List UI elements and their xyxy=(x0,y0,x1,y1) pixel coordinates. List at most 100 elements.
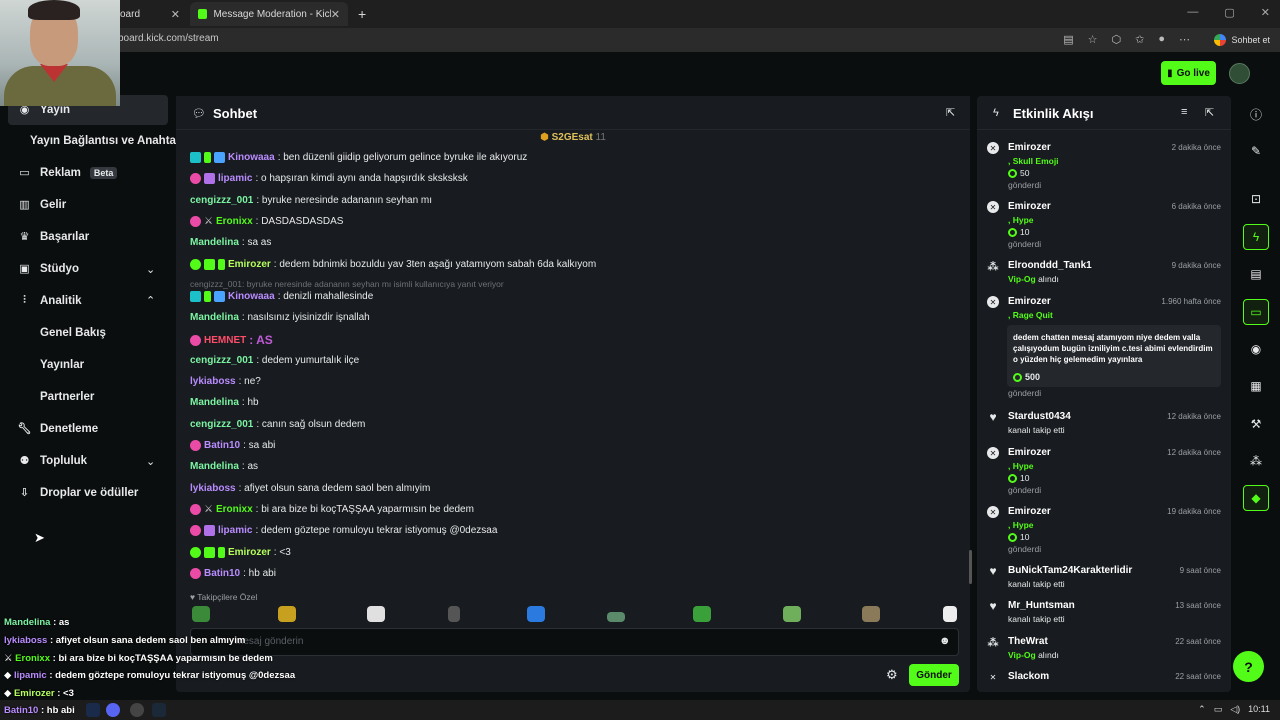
sidebar-subitem-yayinlar[interactable]: Yayınlar xyxy=(40,359,84,371)
chat-message[interactable]: Mandelina : hb xyxy=(190,397,259,408)
extensions-icon[interactable]: ⬡ xyxy=(1112,33,1122,46)
wrench-icon[interactable]: ⚒ xyxy=(1243,411,1269,437)
event-user[interactable]: Emirozer xyxy=(1008,201,1051,212)
activity-event[interactable]: ⁂ TheWrat 22 saat önce Vip-Og alındı xyxy=(987,636,1223,666)
taskbar-app-icon[interactable] xyxy=(86,703,100,717)
chat-username[interactable]: Mandelina xyxy=(190,312,239,323)
event-user[interactable]: Emirozer xyxy=(1008,296,1051,307)
broadcast-icon[interactable]: ◉ xyxy=(1243,336,1269,362)
sidebar-item-reklam[interactable]: ▭ Reklam Beta xyxy=(18,166,118,179)
chat-message[interactable]: Batin10 : sa abi xyxy=(190,440,275,451)
popout-icon[interactable]: ⇱ xyxy=(946,106,955,119)
user-avatar[interactable] xyxy=(1229,63,1250,84)
chat-message[interactable]: ⚔ Eronixx : bi ara bize bi koçTAŞŞAA yap… xyxy=(190,504,474,515)
activity-event[interactable]: ✕ Emirozer 12 dakika önce , Hype 10 gönd… xyxy=(987,447,1223,499)
chat-scrollbar[interactable] xyxy=(969,550,972,584)
sidebar-item-basarilar[interactable]: ♛ Başarılar xyxy=(18,230,90,244)
event-user[interactable]: Slackom xyxy=(1008,671,1049,682)
activity-event[interactable]: ♥ BuNickTam24Karakterlidir 9 saat önce k… xyxy=(987,564,1223,595)
chat-username[interactable]: Emirozer xyxy=(228,547,271,558)
sidebar-item-topluluk[interactable]: ⚉ Topluluk xyxy=(18,454,88,468)
emote-10[interactable] xyxy=(943,606,957,622)
event-user[interactable]: Mr_Huntsman xyxy=(1008,600,1075,611)
chat-message[interactable]: Mandelina : sa as xyxy=(190,237,271,248)
chat-username[interactable]: Kinowaaa xyxy=(228,152,275,163)
info-icon[interactable]: ⓘ xyxy=(1243,101,1269,127)
send-button[interactable]: Gönder xyxy=(909,664,959,686)
volume-icon[interactable]: ◁) xyxy=(1230,704,1240,715)
chat-message[interactable]: Kinowaaa : ben düzenli giidip geliyorum … xyxy=(190,152,527,163)
chat-toggle-icon[interactable]: ▭ xyxy=(1243,299,1269,325)
discord-icon[interactable] xyxy=(106,703,120,717)
profile-icon[interactable]: ● xyxy=(1158,33,1165,46)
sidebar-item-denetleme[interactable]: 🔧︎ Denetleme xyxy=(18,422,99,436)
activity-event[interactable]: ✕ Emirozer 2 dakika önce , Skull Emoji 5… xyxy=(987,142,1223,194)
chat-username[interactable]: lykiaboss xyxy=(190,483,236,494)
chat-username[interactable]: HEMNET xyxy=(204,335,246,346)
chat-username[interactable]: Mandelina xyxy=(190,237,239,248)
chat-username[interactable]: cengizzz_001 xyxy=(190,195,253,206)
chat-username[interactable]: Emirozer xyxy=(228,259,271,270)
chat-username[interactable]: lipamic xyxy=(218,173,252,184)
sidebar-item-droplar[interactable]: ⇩ Droplar ve ödüller xyxy=(18,486,139,500)
emote-3[interactable] xyxy=(367,606,385,622)
chat-username[interactable]: cengizzz_001 xyxy=(190,419,253,430)
chat-message[interactable]: Kinowaaa : denizli mahallesinde xyxy=(190,291,373,302)
url-field[interactable]: board.kick.com/stream xyxy=(118,33,219,44)
chat-message[interactable]: cengizzz_001 : byruke neresinde adananın… xyxy=(190,195,432,206)
activity-event[interactable]: ⁂ Elroonddd_Tank1 9 dakika önce Vip-Og a… xyxy=(987,260,1223,290)
new-tab-button[interactable]: + xyxy=(350,2,370,26)
chat-message[interactable]: Mandelina : as xyxy=(190,461,258,472)
camera-icon[interactable]: ⊡ xyxy=(1243,186,1269,212)
chat-message[interactable]: ⚔ Eronixx : DASDASDASDAS xyxy=(190,216,343,227)
chevron-down-icon[interactable]: ⌄ xyxy=(146,455,155,468)
star-icon[interactable]: ☆ xyxy=(1088,33,1098,46)
emoji-icon[interactable]: ☻ xyxy=(939,635,951,647)
close-icon[interactable]: ✕ xyxy=(171,8,180,21)
chevron-up-icon[interactable]: ⌃ xyxy=(146,294,155,307)
chat-message[interactable]: Emirozer : dedem bdnimki bozuldu yav 3te… xyxy=(190,259,596,270)
event-user[interactable]: Emirozer xyxy=(1008,142,1051,153)
chat-message[interactable]: lipamic : o hapşıran kimdi aynı anda hap… xyxy=(190,173,468,184)
activity-event[interactable]: ✕ Slackom 22 saat önce xyxy=(987,671,1223,689)
close-icon[interactable]: ✕ xyxy=(331,8,340,21)
sidebar-item-gelir[interactable]: ▥ Gelir xyxy=(18,198,66,212)
emote-8[interactable] xyxy=(783,606,801,622)
event-user[interactable]: TheWrat xyxy=(1008,636,1048,647)
community-icon[interactable]: ⁂ xyxy=(1243,448,1269,474)
activity-event[interactable]: ♥ Mr_Huntsman 13 saat önce kanalı takip … xyxy=(987,599,1223,630)
chat-message[interactable]: lykiaboss : afiyet olsun sana dedem saol… xyxy=(190,483,430,494)
layout-icon[interactable]: ▦ xyxy=(1243,373,1269,399)
chat-message[interactable]: Batin10 : hb abi xyxy=(190,568,276,579)
popout-icon[interactable]: ⇱ xyxy=(1205,106,1214,119)
activity-event[interactable]: ✕ Emirozer 19 dakika önce , Hype 10 gönd… xyxy=(987,506,1223,558)
event-user[interactable]: Stardust0434 xyxy=(1008,411,1071,422)
event-user[interactable]: Emirozer xyxy=(1008,447,1051,458)
copilot-chat-button[interactable]: Sohbet et xyxy=(1214,31,1270,49)
chat-username[interactable]: Mandelina xyxy=(190,397,239,408)
chat-message[interactable]: lipamic : dedem göztepe romuloyu tekrar … xyxy=(190,525,497,536)
chat-message[interactable]: cengizzz_001 : canın sağ olsun dedem xyxy=(190,419,365,430)
activity-event[interactable]: ♥ Stardust0434 12 dakika önce kanalı tak… xyxy=(987,410,1223,441)
activity-event[interactable]: ✕ Emirozer 6 dakika önce , Hype 10 gönde… xyxy=(987,201,1223,253)
chat-message[interactable]: HEMNET : AS xyxy=(190,333,273,347)
sidebar-item-studyo[interactable]: ▣ Stüdyo xyxy=(18,262,79,276)
chevron-up-icon[interactable]: ⌃ xyxy=(1198,704,1206,715)
event-user[interactable]: Elroonddd_Tank1 xyxy=(1008,260,1092,271)
chat-username[interactable]: Eronixx xyxy=(216,504,253,515)
chat-username[interactable]: lipamic xyxy=(218,525,252,536)
gear-icon[interactable]: ⚙ xyxy=(886,667,898,683)
activity-toggle-icon[interactable]: ϟ xyxy=(1243,224,1269,250)
chat-message[interactable]: Emirozer : <3 xyxy=(190,547,291,558)
emote-4[interactable] xyxy=(448,606,460,622)
browser-tab-message-moderation[interactable]: Message Moderation - Kick Dashb ✕ xyxy=(190,2,348,26)
chat-username[interactable]: Eronixx xyxy=(216,216,253,227)
emote-7[interactable] xyxy=(693,606,711,622)
notes-icon[interactable]: ▤ xyxy=(1243,261,1269,287)
browser-tab-dashboard[interactable]: oard ✕ xyxy=(112,2,188,26)
drops-icon[interactable]: ◆ xyxy=(1243,485,1269,511)
minimize-icon[interactable]: — xyxy=(1187,6,1198,19)
reader-icon[interactable]: ▤ xyxy=(1063,33,1073,46)
favorites-icon[interactable]: ✩ xyxy=(1135,33,1144,46)
chat-username[interactable]: lykiaboss xyxy=(190,376,236,387)
